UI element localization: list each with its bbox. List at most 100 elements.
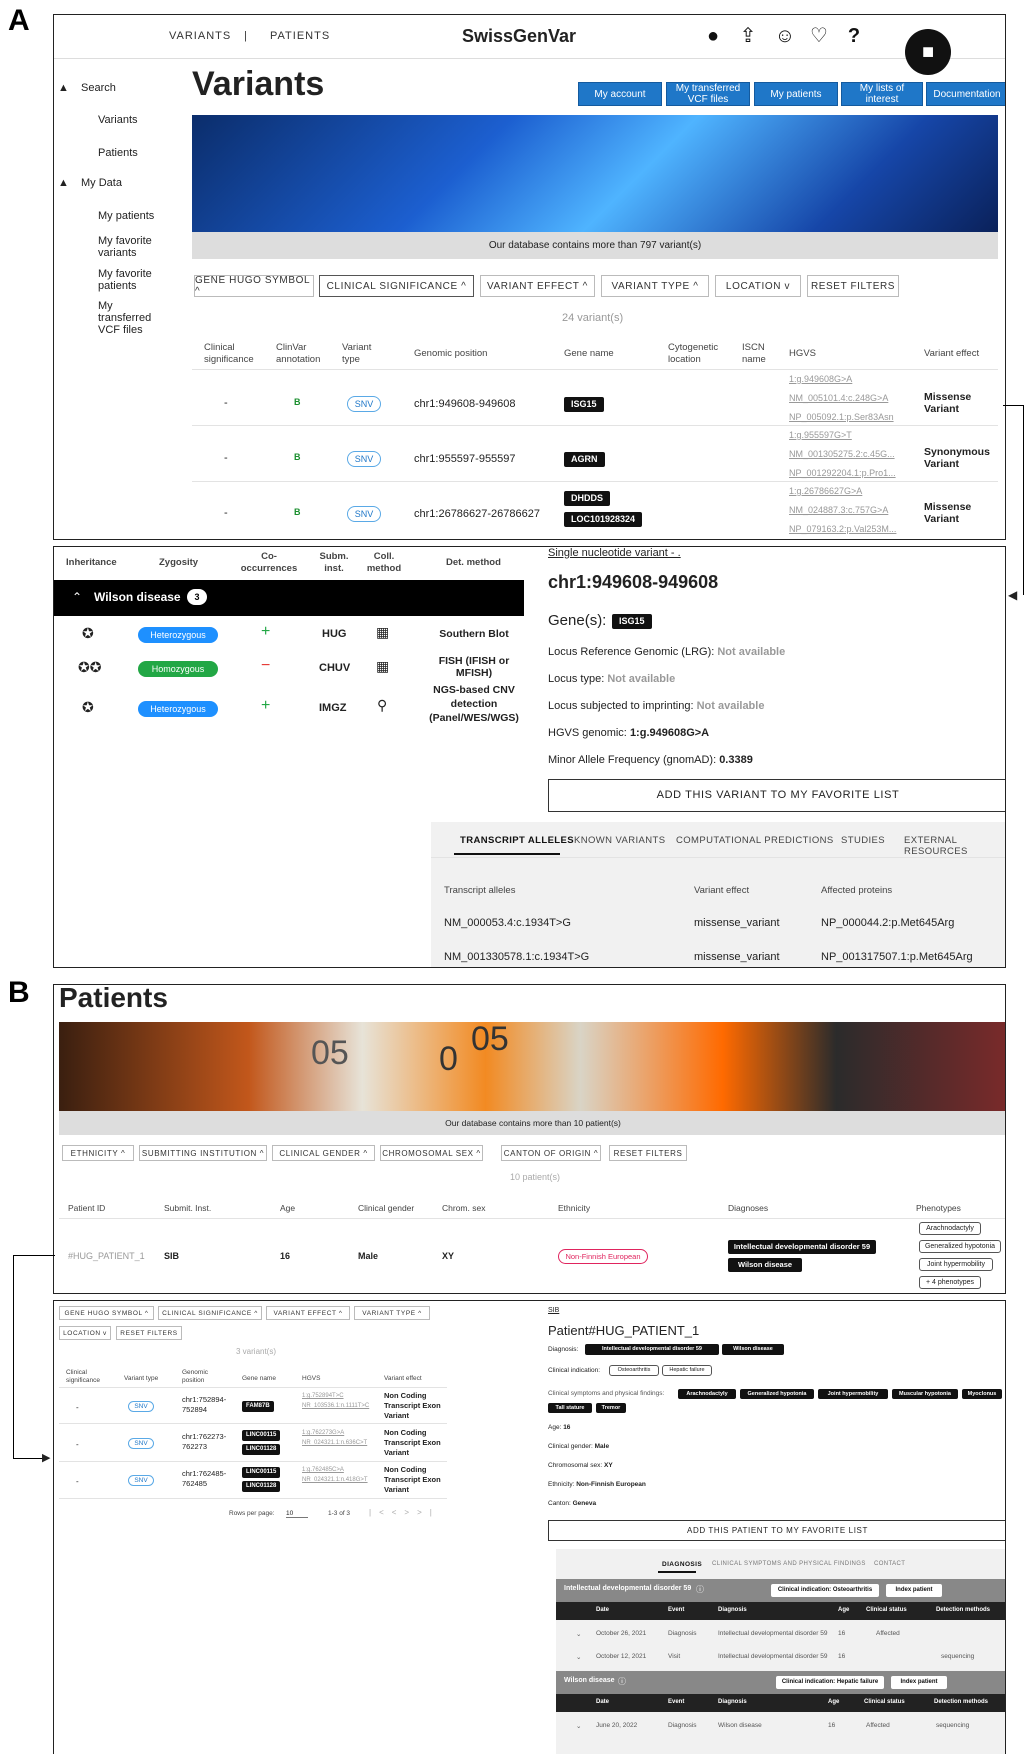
chevron-down-icon[interactable]: ⌄ (576, 1630, 581, 1638)
gene-chip[interactable]: DHDDS (564, 491, 611, 506)
chevron-up-icon[interactable]: ⌃ (72, 590, 82, 604)
hgvs-link[interactable]: NP_079163.2:p.Val253M... (789, 523, 896, 536)
filter-gender[interactable]: CLINICAL GENDER ^ (272, 1145, 375, 1161)
pagination-arrows-icon[interactable]: |<<>>| (369, 1508, 440, 1517)
tab-diagnosis[interactable]: DIAGNOSIS (662, 1561, 702, 1568)
info-icon[interactable]: ⓘ (618, 1676, 626, 1687)
diagnosis-group-header[interactable]: Wilson disease ⓘ Clinical indication: He… (556, 1671, 1005, 1694)
table-row[interactable]: ⌄ October 26, 2021 Diagnosis Intellectua… (556, 1623, 1005, 1645)
gene-chip[interactable]: FAM87B (242, 1401, 274, 1412)
hgvs-link[interactable]: NM_005101.4:c.248G>A (789, 392, 888, 405)
disease-group-row[interactable]: ⌃ Wilson disease 3 (54, 580, 524, 616)
tab-transcript-alleles[interactable]: TRANSCRIPT ALLELES (460, 835, 574, 846)
clinical-indication-chip[interactable]: Clinical indication: Osteoarthritis (771, 1584, 879, 1597)
info-icon[interactable]: ⓘ (696, 1584, 704, 1595)
user-icon[interactable]: ● (702, 25, 724, 47)
sidebar-item-my-patients[interactable]: My patients (98, 210, 154, 222)
sidebar-item-fav-variants[interactable]: My favorite variants (98, 235, 168, 259)
gene-chip[interactable]: LOC101928324 (564, 512, 643, 527)
gene-chip[interactable]: LINC00115 (242, 1467, 281, 1478)
hgvs-link[interactable]: NR_024321.1:n.636C>T (302, 1438, 367, 1448)
filter-institution[interactable]: SUBMITTING INSTITUTION ^ (139, 1145, 267, 1161)
diagnosis-chip[interactable]: Intellectual developmental disorder 59 (585, 1344, 719, 1355)
search-icon[interactable]: ⚲ (377, 697, 387, 714)
sidebar-collapse-icon[interactable]: ▲ (58, 82, 69, 94)
sidebar-my-data[interactable]: My Data (81, 177, 122, 189)
my-account-button[interactable]: My account (578, 82, 662, 106)
symptom-chip[interactable]: Arachnodactyly (678, 1389, 736, 1399)
hgvs-link[interactable]: 1:g.955597G>T (789, 429, 852, 442)
tab-known-variants[interactable]: KNOWN VARIANTS (574, 835, 665, 846)
my-patients-button[interactable]: My patients (754, 82, 838, 106)
diagnosis-group-header[interactable]: Intellectual developmental disorder 59 ⓘ… (556, 1579, 1005, 1602)
filter-variant-type[interactable]: VARIANT TYPE ^ (354, 1306, 430, 1320)
tab-computational-predictions[interactable]: COMPUTATIONAL PREDICTIONS (676, 835, 834, 846)
tab-external-resources[interactable]: EXTERNAL RESOURCES (904, 835, 1005, 857)
filter-clinical-significance[interactable]: CLINICAL SIGNIFICANCE ^ (319, 275, 474, 297)
upload-file-icon[interactable]: ⇪ (737, 25, 759, 47)
sidebar-item-variants[interactable]: Variants (98, 114, 138, 126)
table-row[interactable]: ⌄ October 12, 2021 Visit Intellectual de… (556, 1646, 1005, 1668)
chat-icon[interactable]: ■ (905, 29, 951, 75)
indication-chip[interactable]: Hepatic failure (662, 1365, 712, 1376)
filter-chrom-sex[interactable]: CHROMOSOMAL SEX ^ (380, 1145, 483, 1161)
index-patient-chip[interactable]: Index patient (891, 1676, 947, 1689)
reset-filters-button[interactable]: RESET FILTERS (807, 275, 899, 297)
documentation-button[interactable]: Documentation (926, 82, 1005, 106)
filter-ethnicity[interactable]: ETHNICITY ^ (62, 1145, 134, 1161)
hgvs-link[interactable]: 1:g.752894T>C (302, 1391, 344, 1401)
users-group-icon[interactable]: ☺ (770, 25, 800, 47)
hgvs-link[interactable]: NP_001292204.1:p.Pro1... (789, 467, 896, 480)
gene-chip[interactable]: LINC00115 (242, 1430, 281, 1441)
filter-location[interactable]: LOCATION v (59, 1326, 111, 1340)
rows-per-page-select[interactable]: 10 (286, 1510, 308, 1518)
nav-patients-link[interactable]: PATIENTS (270, 30, 330, 42)
reset-filters-button[interactable]: RESET FILTERS (609, 1145, 687, 1161)
chevron-down-icon[interactable]: ⌄ (576, 1722, 581, 1730)
diagnosis-chip[interactable]: Wilson disease (722, 1344, 784, 1355)
filter-location[interactable]: LOCATION v (715, 275, 801, 297)
hgvs-link[interactable]: 1:g.762485C>A (302, 1465, 344, 1475)
sidebar-item-fav-patients[interactable]: My favorite patients (98, 268, 168, 292)
hgvs-link[interactable]: NR_024321.1:n.418G>T (302, 1475, 368, 1485)
filter-variant-type[interactable]: VARIANT TYPE ^ (601, 275, 709, 297)
tab-contact[interactable]: CONTACT (874, 1561, 905, 1567)
phenotype-chip[interactable]: + 4 phenotypes (919, 1276, 981, 1289)
my-lists-button[interactable]: My lists of interest (841, 82, 923, 106)
filter-canton[interactable]: CANTON OF ORIGIN ^ (501, 1145, 601, 1161)
help-icon[interactable]: ? (843, 25, 865, 47)
symptom-chip[interactable]: Muscular hypotonia (892, 1389, 958, 1399)
sidebar-item-patients[interactable]: Patients (98, 147, 138, 159)
filter-variant-effect[interactable]: VARIANT EFFECT ^ (480, 275, 595, 297)
my-vcf-button[interactable]: My transferred VCF files (666, 82, 750, 106)
phenotype-chip[interactable]: Arachnodactyly (919, 1222, 981, 1235)
add-favorite-variant-button[interactable]: ADD THIS VARIANT TO MY FAVORITE LIST (548, 779, 1005, 812)
gene-chip[interactable]: LINC01128 (242, 1444, 281, 1455)
hgvs-link[interactable]: NM_024887.3:c.757G>A (789, 504, 888, 517)
sidebar-item-vcf-files[interactable]: My transferred VCF files (98, 300, 168, 336)
heart-icon[interactable]: ♡ (808, 25, 830, 47)
chevron-down-icon[interactable]: ⌄ (576, 1653, 581, 1661)
indication-chip[interactable]: Osteoarthritis (609, 1365, 659, 1376)
phenotype-chip[interactable]: Generalized hypotonia (919, 1240, 1001, 1253)
symptom-chip[interactable]: Generalized hypotonia (740, 1389, 814, 1399)
filter-variant-effect[interactable]: VARIANT EFFECT ^ (266, 1306, 350, 1320)
hgvs-link[interactable]: 1:g.26786627G>A (789, 485, 862, 498)
reset-filters-button[interactable]: RESET FILTERS (116, 1326, 182, 1340)
tab-clinical-symptoms[interactable]: CLINICAL SYMPTOMS AND PHYSICAL FINDINGS (712, 1561, 866, 1567)
filter-gene[interactable]: GENE HUGO SYMBOL ^ (59, 1306, 154, 1320)
tab-studies[interactable]: STUDIES (841, 835, 885, 846)
hgvs-link[interactable]: NP_005092.1:p.Ser83Asn (789, 411, 894, 424)
hgvs-link[interactable]: 1:g.762273G>A (302, 1428, 344, 1438)
filter-gene[interactable]: GENE HUGO SYMBOL ^ (194, 275, 314, 297)
symptom-chip[interactable]: Tall stature (548, 1403, 592, 1413)
gene-chip[interactable]: ISG15 (612, 614, 652, 629)
patient-id[interactable]: #HUG_PATIENT_1 (68, 1251, 145, 1261)
add-favorite-patient-button[interactable]: ADD THIS PATIENT TO MY FAVORITE LIST (548, 1520, 1005, 1541)
clinical-indication-chip[interactable]: Clinical indication: Hepatic failure (776, 1676, 884, 1689)
index-patient-chip[interactable]: Index patient (886, 1584, 942, 1597)
table-row[interactable]: ⌄ June 20, 2022 Diagnosis Wilson disease… (556, 1715, 1005, 1737)
sidebar-collapse-icon[interactable]: ▲ (58, 177, 69, 189)
gene-chip[interactable]: LINC01128 (242, 1481, 281, 1492)
diagnosis-chip[interactable]: Wilson disease (728, 1258, 802, 1272)
